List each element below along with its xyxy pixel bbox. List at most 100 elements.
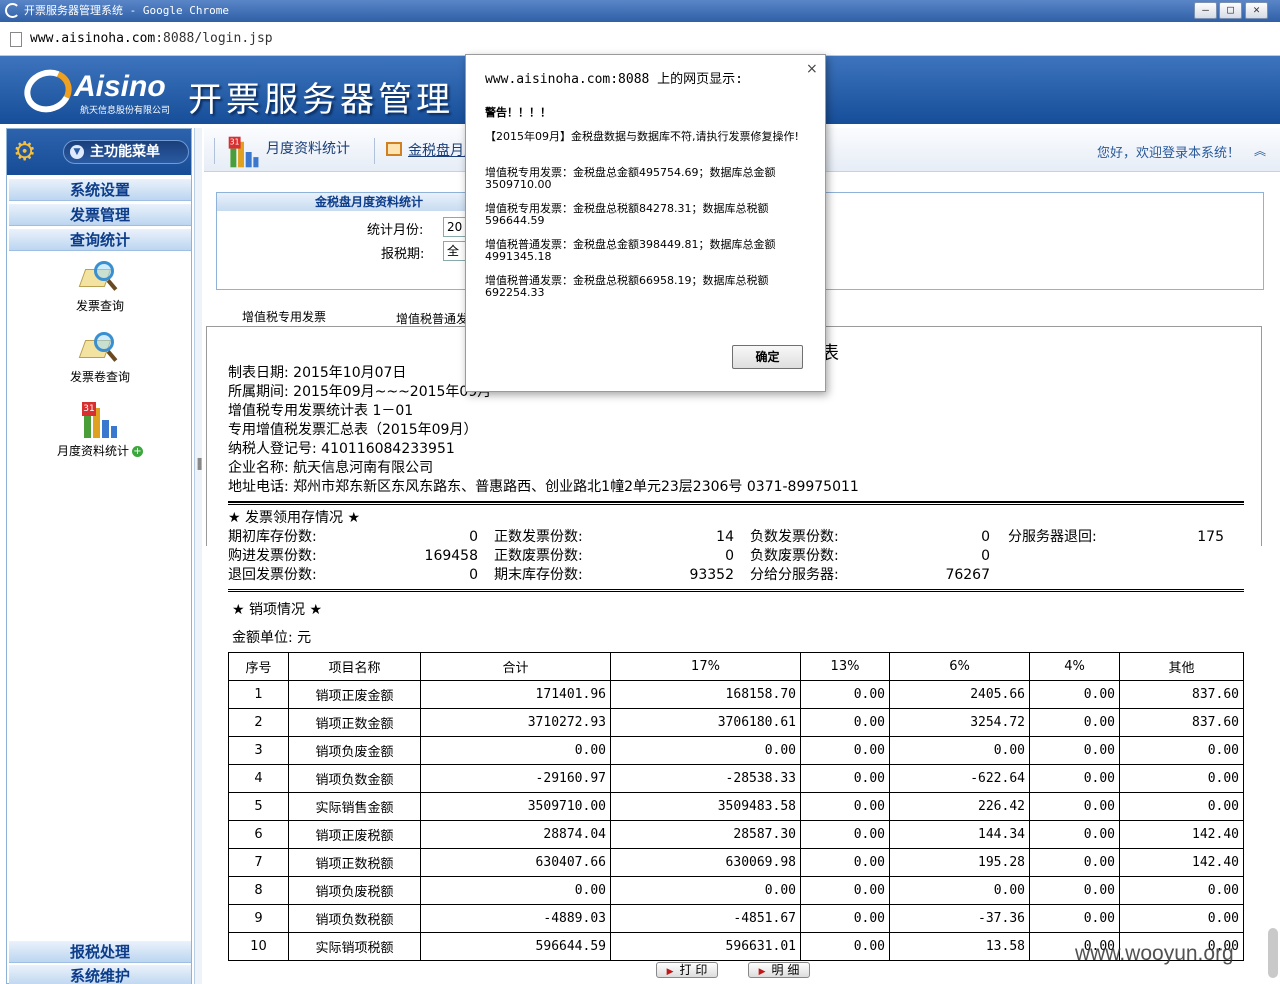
dialog-message: 增值税专用发票：金税盘总税额84278.31；数据库总税额596644.59 — [485, 202, 769, 227]
sidebar-category-system-settings[interactable]: 系统设置 — [9, 179, 191, 201]
item-name: 销项正废税额 — [288, 820, 421, 849]
splitter-grip-icon: ▪ ▪ ▪ — [197, 455, 203, 472]
row-index: 10 — [228, 932, 289, 961]
url-text[interactable]: www.aisinoha.com:8088/login.jsp — [30, 31, 273, 46]
sidebar-splitter[interactable]: ▪ ▪ ▪ — [194, 128, 202, 984]
table-row: 9 销项负数税额 -4889.03 -4851.67 0.00 -37.36 0.00 0.0… — [228, 904, 1244, 933]
window-title: 开票服务器管理系统 - Google Chrome — [24, 4, 229, 17]
table-row: 8 销项负废税额 0.00 0.00 0.00 0.00 0.00 0.00 — [228, 876, 1244, 905]
address-bar[interactable]: www.aisinoha.com:8088/login.jsp — [0, 22, 1280, 56]
logo-text: Aisino — [74, 70, 166, 103]
collapse-icon[interactable]: ︽ — [1254, 142, 1266, 159]
amount-cell: 3710272.93 — [420, 708, 611, 737]
dialog-ok-button[interactable]: 确定 — [732, 345, 803, 369]
amount-cell: 3254.72 — [889, 708, 1030, 737]
dialog-message: 增值税普通发票：金税盘总金额398449.81；数据库总金额4991345.18 — [485, 238, 776, 263]
sidebar-item-monthly-stats[interactable]: 31 月度资料统计 + — [9, 402, 191, 459]
sidebar-category-query-stats[interactable]: 查询统计 — [9, 229, 191, 251]
arrow-right-icon: ▶ — [758, 967, 766, 977]
stats-row: 退回发票份数: 0 期末库存份数: 93352 分给分服务器: 76267 — [228, 566, 1244, 585]
amount-cell: -29160.97 — [420, 764, 611, 793]
amount-cell: 0.00 — [1029, 904, 1120, 933]
plus-icon[interactable]: + — [132, 446, 143, 457]
amount-cell: 0.00 — [610, 876, 801, 905]
column-header: 4% — [1029, 652, 1120, 681]
stat-label: 退回发票份数: — [228, 567, 317, 583]
table-row: 3 销项负废金额 0.00 0.00 0.00 0.00 0.00 0.00 — [228, 736, 1244, 765]
amount-cell: 0.00 — [420, 736, 611, 765]
close-window-button[interactable]: ✕ — [1245, 2, 1268, 19]
dialog-message: 增值税专用发票：金税盘总金额495754.69；数据库总金额3509710.00 — [485, 166, 776, 191]
amount-cell: 28587.30 — [610, 820, 801, 849]
summary-title: 专用增值税发票汇总表（2015年09月） — [228, 422, 478, 438]
amount-cell: 0.00 — [800, 904, 890, 933]
table-row: 4 销项负数金额 -29160.97 -28538.33 0.00 -622.64 0.00… — [228, 764, 1244, 793]
stat-value: 93352 — [689, 567, 734, 583]
month-label: 统计月份: — [367, 223, 424, 238]
sidebar-category-invoice-management[interactable]: 发票管理 — [9, 204, 191, 226]
main-menu-button[interactable]: ▼ 主功能菜单 — [63, 140, 189, 164]
row-index: 2 — [228, 708, 289, 737]
sidebar-item-label: 发票查询 — [75, 299, 124, 313]
stat-value: 0 — [469, 567, 478, 583]
stat-value: 0 — [469, 529, 478, 545]
stat-label: 负数发票份数: — [750, 529, 839, 545]
amount-cell: 0.00 — [1029, 792, 1120, 821]
amount-cell: 0.00 — [800, 876, 890, 905]
aisino-logo-icon — [18, 63, 78, 119]
stat-value: 76267 — [945, 567, 990, 583]
subtab-special-invoice[interactable]: 增值税专用发票 — [242, 308, 326, 325]
amount-cell: 0.00 — [889, 736, 1030, 765]
watermark: www.wooyun.org — [1075, 942, 1234, 965]
amount-cell: 0.00 — [420, 876, 611, 905]
scrollbar-thumb[interactable] — [1268, 928, 1278, 978]
amount-cell: 0.00 — [1029, 764, 1120, 793]
gears-icon: ⚙ — [13, 137, 37, 167]
arrow-right-icon: ▶ — [666, 967, 674, 977]
amount-cell: 0.00 — [610, 736, 801, 765]
amount-cell: 0.00 — [1119, 736, 1244, 765]
amount-cell: 3509483.58 — [610, 792, 801, 821]
item-name: 销项负数税额 — [288, 904, 421, 933]
subtab-normal-invoice[interactable]: 增值税普通发 — [396, 310, 468, 327]
tab-monthly-stats[interactable]: 31 月度资料统计 — [222, 134, 350, 168]
table-row: 5 实际销售金额 3509710.00 3509483.58 0.00 226.42 0.0… — [228, 792, 1244, 821]
amount-cell: 2405.66 — [889, 680, 1030, 709]
sales-table: 序号 项目名称 合计 17% 13% 6% 4% 其他 1 销项正废金额 17140… — [228, 652, 1244, 961]
amount-cell: 0.00 — [800, 792, 890, 821]
dialog-title: www.aisinoha.com:8088 上的网页显示: — [485, 72, 744, 87]
sidebar-category-tax-processing[interactable]: 报税处理 — [9, 941, 191, 963]
minimize-button[interactable]: – — [1194, 2, 1217, 19]
taxpayer-id: 纳税人登记号: 410116084233951 — [228, 441, 455, 457]
column-header: 6% — [889, 652, 1030, 681]
stat-label: 分给分服务器: — [750, 567, 839, 583]
address-phone: 地址电话: 郑州市郑东新区东风东路东、普惠路西、创业路北1幢2单元23层2306… — [228, 479, 859, 495]
maximize-button[interactable]: □ — [1219, 2, 1242, 19]
receipt-section-title: ★ 发票领用存情况 ★ — [228, 510, 361, 526]
roll-search-icon — [78, 332, 120, 364]
item-name: 销项正废金额 — [288, 680, 421, 709]
item-name: 销项负数金额 — [288, 764, 421, 793]
stat-label: 期末库存份数: — [494, 567, 583, 583]
amount-cell: 142.40 — [1119, 848, 1244, 877]
amount-cell: 0.00 — [1029, 680, 1120, 709]
table-row: 7 销项正数税额 630407.66 630069.98 0.00 195.28 0.00 1… — [228, 848, 1244, 877]
period-label: 报税期: — [381, 247, 425, 262]
amount-cell: 0.00 — [1119, 764, 1244, 793]
amount-cell: 0.00 — [800, 680, 890, 709]
row-index: 1 — [228, 680, 289, 709]
item-name: 实际销项税额 — [288, 932, 421, 961]
stat-value: 0 — [981, 548, 990, 564]
print-button[interactable]: ▶ 打 印 — [656, 962, 718, 978]
amount-cell: 0.00 — [1119, 792, 1244, 821]
sidebar-category-system-maintenance[interactable]: 系统维护 — [9, 965, 191, 984]
sidebar-item-roll-query[interactable]: 发票卷查询 — [9, 332, 191, 385]
stats-row: 购进发票份数: 169458 正数废票份数: 0 负数废票份数: 0 — [228, 547, 1244, 566]
item-name: 销项负废税额 — [288, 876, 421, 905]
column-header: 17% — [610, 652, 801, 681]
detail-button[interactable]: ▶ 明 细 — [748, 962, 810, 978]
dialog-close-icon[interactable]: × — [806, 61, 818, 77]
table-row: 2 销项正数金额 3710272.93 3706180.61 0.00 3254.72 0.… — [228, 708, 1244, 737]
page-icon — [10, 32, 22, 47]
sidebar-item-invoice-query[interactable]: 发票查询 — [9, 261, 191, 314]
